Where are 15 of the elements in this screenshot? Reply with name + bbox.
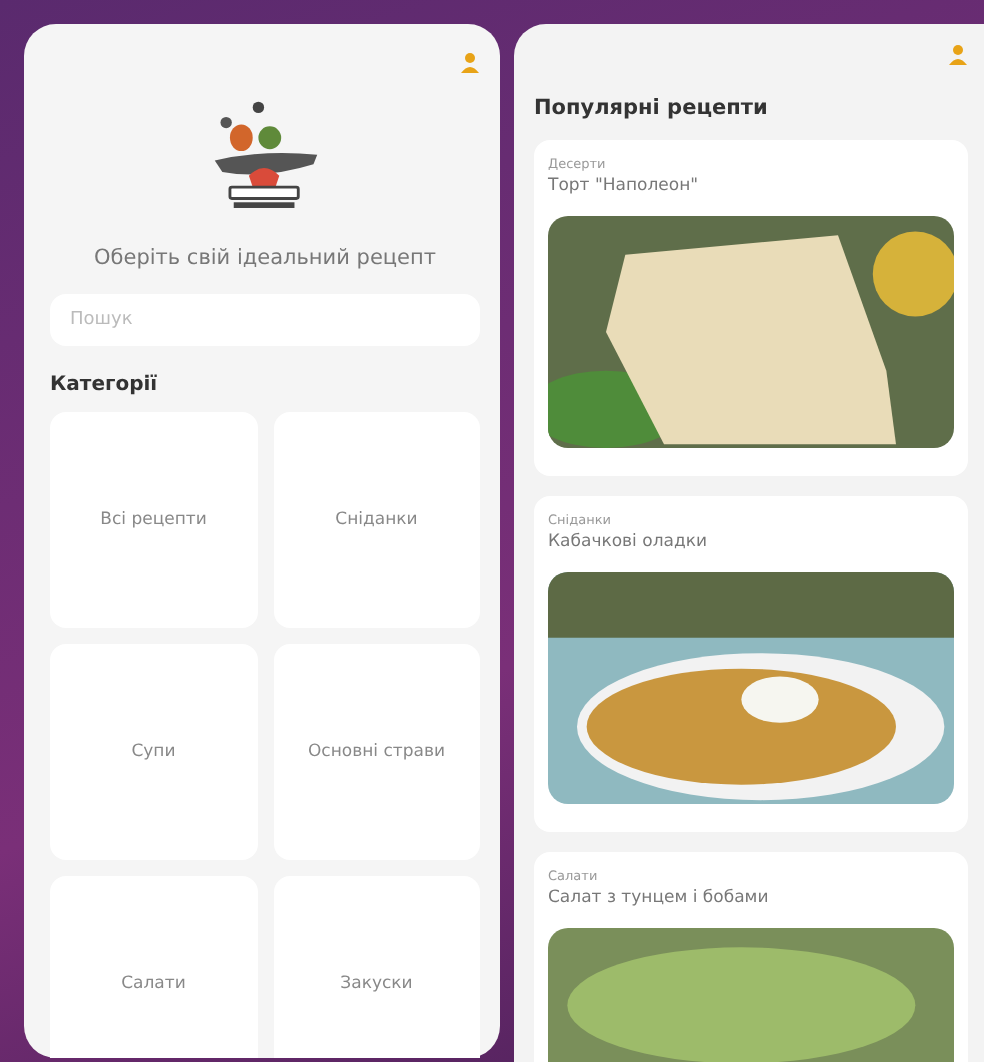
user-icon[interactable]	[460, 52, 480, 74]
category-tile[interactable]: Основні страви	[273, 644, 480, 861]
recipe-name: Торт "Наполеон"	[548, 176, 701, 196]
user-icon[interactable]	[948, 44, 968, 66]
category-tile[interactable]: Супи	[50, 644, 257, 861]
category-tile[interactable]: Закуски	[273, 876, 480, 1058]
category-tile[interactable]: Всі рецепти	[50, 412, 257, 629]
category-tile[interactable]: Салати	[50, 876, 257, 1058]
category-tile[interactable]: Сніданки	[273, 412, 480, 629]
categories-heading: Категорії	[50, 374, 160, 397]
recipe-name: Салат з тунцем і бобами	[548, 888, 771, 908]
popular-heading: Популярні рецепти	[534, 96, 770, 120]
search-field[interactable]: Пошук	[50, 293, 480, 347]
tagline: Оберіть свій ідеальний рецепт	[92, 245, 438, 270]
recipe-name: Кабачкові оладки	[548, 532, 710, 552]
